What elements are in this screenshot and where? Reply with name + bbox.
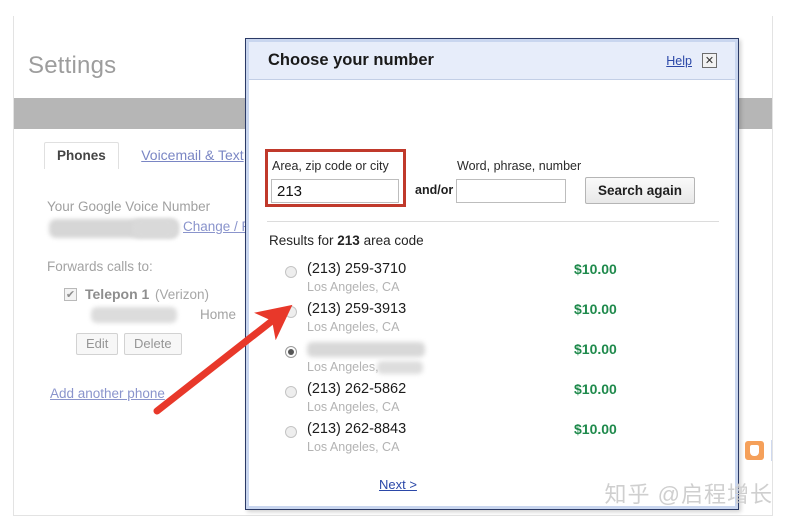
phone-number-redacted (91, 307, 177, 323)
edit-phone-button[interactable]: Edit (76, 333, 119, 355)
area-field-label: Area, zip code or city (272, 159, 389, 173)
dialog-body: Area, zip code or city and/or Word, phra… (249, 81, 735, 506)
result-city: Los Angeles, CA (307, 280, 400, 294)
result-row[interactable]: (213) 259-3710 Los Angeles, CA $10.00 (249, 261, 735, 301)
result-price: $10.00 (574, 301, 617, 317)
result-phone-number: (213) 259-3913 (307, 301, 407, 317)
result-city: Los Angeles, CA (307, 440, 400, 454)
watermark-text: 知乎 @启程增长 (604, 482, 773, 507)
google-voice-number-label: Your Google Voice Number (47, 199, 211, 214)
next-page-link[interactable]: Next > (379, 477, 417, 492)
dialog-header: Choose your number Help ✕ (249, 42, 735, 80)
tab-voicemail-and-text[interactable]: Voicemail & Text (129, 142, 255, 169)
close-icon[interactable]: ✕ (702, 53, 717, 68)
phone-enabled-checkbox[interactable]: ✔ (64, 288, 77, 301)
results-header: Results for 213 area code (269, 233, 424, 248)
section-divider (267, 221, 719, 222)
phone-type-label: Home (200, 307, 237, 322)
area-zip-city-input[interactable] (271, 179, 399, 203)
result-phone-number: (213) 259-3710 (307, 261, 407, 277)
results-list: (213) 259-3710 Los Angeles, CA $10.00 (213)… (249, 261, 735, 461)
result-row[interactable]: (213) 259-3913 Los Angeles, CA $10.00 (249, 301, 735, 341)
result-city: Los Angeles, (307, 360, 379, 374)
result-phone-number: (213) 262-8843 (307, 421, 407, 437)
result-row[interactable]: (213) 262-5862 Los Angeles, CA $10.00 (249, 381, 735, 421)
result-price: $10.00 (574, 261, 617, 277)
page-title: Settings (28, 52, 117, 79)
number-radio-button[interactable] (285, 266, 297, 278)
result-price: $10.00 (574, 341, 617, 357)
word-field-label: Word, phrase, number (457, 159, 582, 173)
delete-phone-button[interactable]: Delete (124, 333, 182, 355)
results-header-query: 213 (337, 233, 360, 248)
result-city: Los Angeles, CA (307, 400, 400, 414)
dialog-title: Choose your number (268, 51, 434, 69)
result-city: Los Angeles, CA (307, 320, 400, 334)
tab-phones[interactable]: Phones (44, 142, 119, 169)
result-phone-number: (213) 262-5862 (307, 381, 407, 397)
choose-your-number-dialog: Choose your number Help ✕ Area, zip code… (245, 38, 739, 510)
text-cursor-marker (771, 440, 772, 461)
help-link[interactable]: Help (666, 54, 692, 68)
word-phrase-number-input[interactable] (456, 179, 566, 203)
blogger-icon[interactable] (745, 441, 764, 460)
result-city-redacted (377, 361, 423, 374)
number-radio-button[interactable] (285, 346, 297, 358)
results-header-suffix: area code (359, 233, 424, 248)
forwards-calls-label: Forwards calls to: (47, 259, 153, 274)
phone-name: Telepon 1 (85, 286, 150, 302)
number-radio-button[interactable] (285, 386, 297, 398)
add-another-phone-link[interactable]: Add another phone (50, 386, 165, 401)
number-radio-button[interactable] (285, 306, 297, 318)
search-again-button[interactable]: Search again (585, 177, 696, 204)
result-row[interactable]: Los Angeles, $10.00 (249, 341, 735, 381)
result-price: $10.00 (574, 381, 617, 397)
google-voice-number-redacted-tail (132, 219, 177, 238)
result-number-redacted (307, 342, 425, 357)
result-row[interactable]: (213) 262-8843 Los Angeles, CA $10.00 (249, 421, 735, 461)
and-or-label: and/or (415, 183, 454, 197)
number-radio-button[interactable] (285, 426, 297, 438)
results-header-prefix: Results for (269, 233, 338, 248)
result-price: $10.00 (574, 421, 617, 437)
phone-carrier: (Verizon) (155, 287, 210, 302)
